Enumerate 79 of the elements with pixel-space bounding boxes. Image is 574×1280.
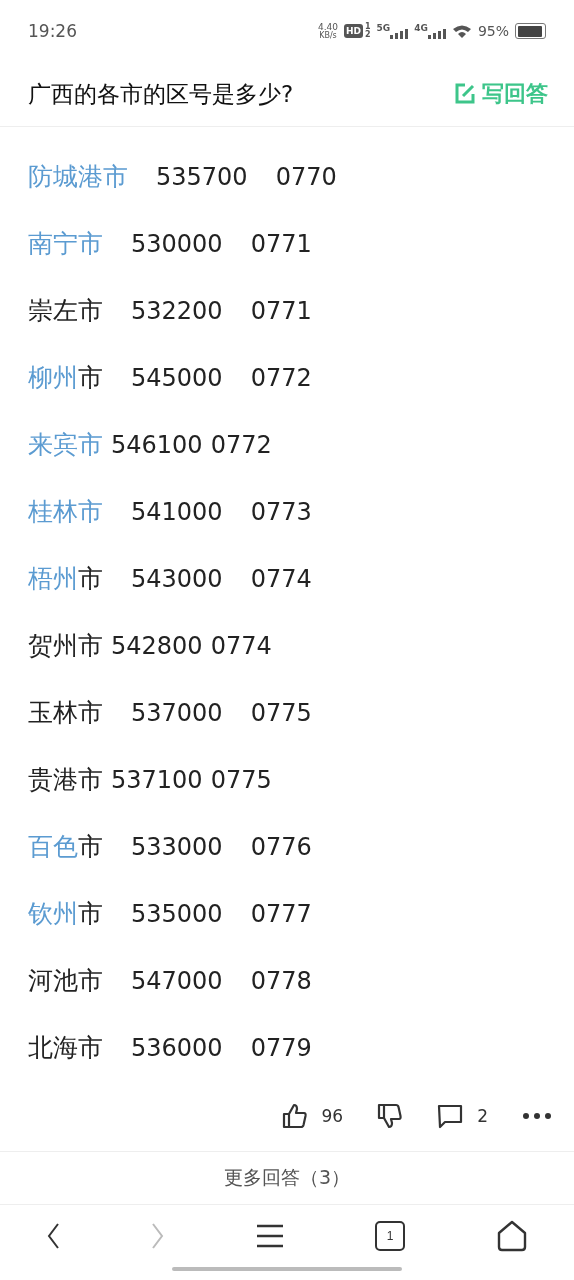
postal-code: 546100: [111, 430, 203, 459]
network-label: 5G: [376, 23, 391, 33]
city-link[interactable]: 来宾市: [28, 430, 103, 459]
postal-code: 545000: [131, 363, 223, 392]
area-code: 0779: [250, 1033, 312, 1062]
wifi-icon: [451, 24, 472, 38]
city-name: 北海市: [28, 1033, 103, 1062]
more-answers-link[interactable]: 更多回答（3）: [223, 1165, 351, 1191]
area-code: 0774: [210, 631, 272, 660]
home-button[interactable]: [496, 1220, 529, 1252]
area-code: 0778: [250, 966, 312, 995]
tabs-button[interactable]: 1: [375, 1221, 406, 1251]
dislike-button[interactable]: [377, 1103, 404, 1129]
city-link[interactable]: 梧州: [28, 564, 78, 593]
forward-icon: [150, 1222, 165, 1250]
signal-icon: [390, 29, 409, 39]
area-code: 0777: [250, 899, 312, 928]
city-link[interactable]: 百色: [28, 832, 78, 861]
edit-icon: [454, 83, 476, 105]
home-icon: [496, 1220, 529, 1252]
back-button[interactable]: [45, 1222, 60, 1250]
city-link[interactable]: 钦州: [28, 899, 78, 928]
postal-code: 536000: [131, 1033, 223, 1062]
city-name: 市: [78, 363, 103, 392]
network-speed-unit: KB/s: [319, 31, 337, 40]
battery-icon: [515, 23, 546, 39]
city-link[interactable]: 柳州: [28, 363, 78, 392]
thumbs-up-icon: [281, 1103, 308, 1129]
postal-code: 537100: [111, 765, 203, 794]
city-link[interactable]: 桂林市: [28, 497, 103, 526]
postal-code: 547000: [131, 966, 223, 995]
area-code: 0771: [250, 229, 312, 258]
city-name: 河池市: [28, 966, 103, 995]
postal-code: 537000: [131, 698, 223, 727]
sim-number: 2: [365, 31, 371, 39]
network-label: 4G: [414, 23, 428, 33]
status-time: 19:26: [28, 21, 77, 41]
more-icon: [522, 1112, 552, 1120]
area-code: 0773: [250, 497, 312, 526]
city-name: 贺州市: [28, 631, 103, 660]
postal-code: 532200: [131, 296, 223, 325]
like-button[interactable]: 96: [281, 1103, 344, 1129]
city-name: 市: [78, 564, 103, 593]
area-code: 0776: [250, 832, 312, 861]
network-speed: 4.40: [317, 22, 338, 32]
more-button[interactable]: [522, 1112, 552, 1120]
city-name: 玉林市: [28, 698, 103, 727]
postal-code: 535000: [131, 899, 223, 928]
postal-code: 543000: [131, 564, 223, 593]
area-code: 0774: [250, 564, 312, 593]
sim-number: 1: [365, 23, 371, 31]
write-answer-button[interactable]: 写回答: [454, 79, 548, 109]
postal-code: 542800: [111, 631, 203, 660]
postal-code: 530000: [131, 229, 223, 258]
area-code: 0775: [210, 765, 272, 794]
comment-button[interactable]: 2: [437, 1103, 488, 1129]
postal-code: 541000: [131, 497, 223, 526]
postal-code: 535700: [156, 162, 248, 191]
area-code: 0775: [250, 698, 312, 727]
thumbs-down-icon: [377, 1103, 404, 1129]
city-link[interactable]: 南宁市: [28, 229, 103, 258]
back-icon: [45, 1222, 60, 1250]
menu-icon: [255, 1223, 284, 1249]
area-code: 0772: [250, 363, 312, 392]
area-code: 0772: [210, 430, 272, 459]
city-name: 市: [78, 899, 103, 928]
city-name: 崇左市: [28, 296, 103, 325]
comment-icon: [437, 1103, 464, 1129]
question-title: 广西的各市的区号是多少?: [28, 79, 294, 109]
city-link[interactable]: 防城港市: [28, 162, 128, 191]
signal-icon: [427, 29, 446, 39]
menu-button[interactable]: [255, 1223, 284, 1249]
hd-badge: HD: [343, 24, 363, 38]
city-name: 市: [78, 832, 103, 861]
area-code: 0771: [250, 296, 312, 325]
city-name: 贵港市: [28, 765, 103, 794]
battery-percent: 95%: [477, 23, 509, 39]
postal-code: 533000: [131, 832, 223, 861]
area-code: 0770: [275, 162, 337, 191]
